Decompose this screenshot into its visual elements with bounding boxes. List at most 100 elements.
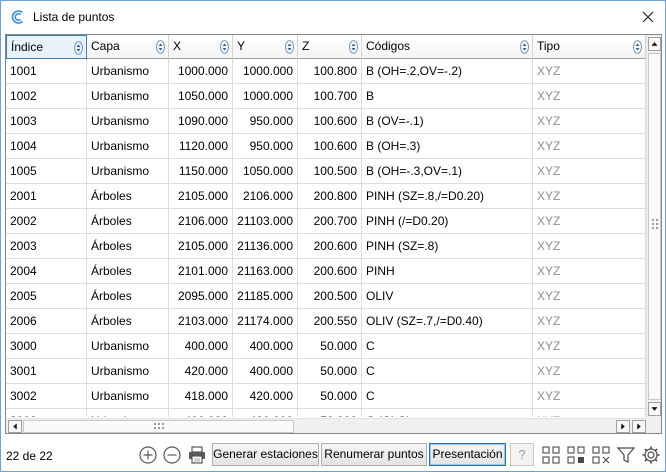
cell-x: 1000.000 [169, 59, 233, 84]
table-row[interactable]: 2005 Árboles 2095.000 21185.000 200.500 OLIV X… [6, 284, 646, 309]
table-row[interactable]: 1003 Urbanismo 1090.000 950.000 100.600 B (OV… [6, 109, 646, 134]
table-row[interactable]: 2002 Árboles 2106.000 21103.000 200.700 PINH … [6, 209, 646, 234]
cell-indice: 2003 [6, 234, 87, 259]
cell-z: 50.000 [298, 359, 362, 384]
column-header-x[interactable]: X [169, 35, 233, 59]
table-row[interactable]: 2006 Árboles 2103.000 21174.000 200.550 OLIV … [6, 309, 646, 334]
cell-tipo: XYZ [533, 159, 646, 184]
cell-indice: 2006 [6, 309, 87, 334]
grid-view-icon[interactable] [540, 444, 562, 466]
cell-capa: Árboles [87, 284, 169, 309]
add-icon[interactable] [137, 444, 159, 466]
cell-codigos: OLIV [362, 284, 533, 309]
cell-z: 200.500 [298, 284, 362, 309]
cell-capa: Árboles [87, 234, 169, 259]
generar-estaciones-button[interactable]: Generar estaciones [212, 443, 319, 466]
cell-tipo: XYZ [533, 334, 646, 359]
remove-icon[interactable] [161, 444, 183, 466]
cell-indice: 1001 [6, 59, 87, 84]
grid-view-alt-icon[interactable] [565, 444, 587, 466]
table-row[interactable]: 3002 Urbanismo 418.000 420.000 50.000 C XYZ [6, 384, 646, 409]
table-row[interactable]: 3001 Urbanismo 420.000 400.000 50.000 C XYZ [6, 359, 646, 384]
print-icon[interactable] [186, 444, 208, 466]
cell-codigos: C [362, 384, 533, 409]
cell-codigos: C [362, 334, 533, 359]
cell-capa: Urbanismo [87, 334, 169, 359]
cell-x: 418.000 [169, 384, 233, 409]
horizontal-scroll-thumb[interactable] [23, 420, 294, 433]
cell-indice: 2005 [6, 284, 87, 309]
column-header-y[interactable]: Y [233, 35, 298, 59]
cell-x: 2095.000 [169, 284, 233, 309]
cell-capa: Urbanismo [87, 84, 169, 109]
points-list-window: Lista de puntos Índice Capa X Y Z Códigos Tipo… [0, 0, 666, 472]
table-row[interactable]: 2004 Árboles 2101.000 21163.000 200.600 PINH X… [6, 259, 646, 284]
table-row[interactable]: 3003Urbanismo400.000420.00050.000C (CLO)… [6, 409, 646, 417]
scroll-end-icon[interactable] [632, 420, 646, 433]
cell-capa: Urbanismo [87, 109, 169, 134]
cell-y: 950.000 [233, 109, 298, 134]
cell-indice: 3000 [6, 334, 87, 359]
cell-z: 100.600 [298, 109, 362, 134]
filter-icon[interactable] [615, 444, 637, 466]
help-button[interactable]: ? [510, 443, 534, 466]
cell-z: 200.600 [298, 234, 362, 259]
cell-x: 2101.000 [169, 259, 233, 284]
table-row[interactable]: 3000 Urbanismo 400.000 400.000 50.000 C XYZ [6, 334, 646, 359]
table-row[interactable]: 1004 Urbanismo 1120.000 950.000 100.600 B (OH… [6, 134, 646, 159]
column-header-indice[interactable]: Índice [6, 35, 87, 59]
cell-z: 100.700 [298, 84, 362, 109]
cell-z: 50.000 [298, 384, 362, 409]
cell-z: 100.500 [298, 159, 362, 184]
cell-tipo: XYZ [533, 209, 646, 234]
cell-codigos: B (OH=.2,OV=-.2) [362, 59, 533, 84]
scroll-left-icon[interactable] [8, 420, 22, 433]
cell-x: 1050.000 [169, 84, 233, 109]
cell-tipo: XYZ [533, 59, 646, 84]
horizontal-scrollbar[interactable] [6, 418, 646, 433]
table-row[interactable]: 1002 Urbanismo 1050.000 1000.000 100.700 B XYZ [6, 84, 646, 109]
cell-tipo: XYZ [533, 359, 646, 384]
scroll-down-icon[interactable] [648, 402, 661, 416]
table-row[interactable]: 2003 Árboles 2105.000 21136.000 200.600 PINH … [6, 234, 646, 259]
scrollbar-corner [646, 418, 661, 433]
scroll-right-icon[interactable] [616, 420, 630, 433]
cell-indice: 1002 [6, 84, 87, 109]
settings-gear-icon[interactable] [640, 444, 662, 466]
cell-capa: Árboles [87, 259, 169, 284]
table-row[interactable]: 1001 Urbanismo 1000.000 1000.000 100.800 B (O… [6, 59, 646, 84]
cell-codigos: C (CLO) [362, 409, 533, 417]
sort-icon [349, 40, 358, 54]
table-row[interactable]: 1005 Urbanismo 1150.000 1050.000 100.500 B (O… [6, 159, 646, 184]
grid-select-icon[interactable] [590, 444, 612, 466]
window-title: Lista de puntos [33, 10, 115, 24]
column-header-tipo[interactable]: Tipo [533, 35, 646, 59]
cell-tipo: XYZ [533, 234, 646, 259]
close-icon[interactable] [637, 6, 659, 28]
cell-capa: Urbanismo [87, 59, 169, 84]
cell-y: 21163.000 [233, 259, 298, 284]
column-header-label: Índice [11, 40, 44, 54]
cell-z: 50.000 [298, 409, 362, 417]
sort-icon [633, 40, 642, 54]
vertical-scrollbar[interactable] [646, 35, 661, 418]
cell-y: 1050.000 [233, 159, 298, 184]
cell-indice: 1003 [6, 109, 87, 134]
cell-codigos: PINH (SZ=.8,/=D0.20) [362, 184, 533, 209]
cell-codigos: B [362, 84, 533, 109]
cell-tipo: XYZ [533, 109, 646, 134]
cell-capa: Urbanismo [87, 159, 169, 184]
cell-z: 200.600 [298, 259, 362, 284]
column-header-z[interactable]: Z [298, 35, 362, 59]
cell-codigos: PINH (SZ=.8) [362, 234, 533, 259]
vertical-scroll-thumb[interactable] [648, 53, 661, 400]
cell-z: 100.600 [298, 134, 362, 159]
table-body: 1001 Urbanismo 1000.000 1000.000 100.800 B (O… [6, 59, 646, 417]
renumerar-puntos-button[interactable]: Renumerar puntos [321, 443, 427, 466]
column-header-codigos[interactable]: Códigos [362, 35, 533, 59]
scroll-up-icon[interactable] [648, 37, 661, 51]
cell-x: 2106.000 [169, 209, 233, 234]
table-row[interactable]: 2001 Árboles 2105.000 2106.000 200.800 PINH (… [6, 184, 646, 209]
column-header-capa[interactable]: Capa [87, 35, 169, 59]
presentacion-button[interactable]: Presentación [429, 443, 506, 466]
